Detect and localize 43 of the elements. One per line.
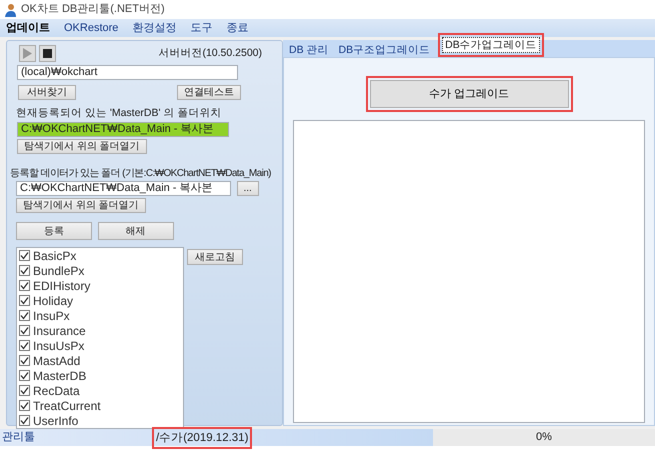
path-field: C:₩OKChartNET₩Data_Main - 복사본 <box>17 122 229 136</box>
browse-button[interactable]: ... <box>236 181 259 196</box>
server-field[interactable]: (local)₩okchart <box>17 64 238 80</box>
checkbox-item[interactable]: MastAdd <box>19 353 183 368</box>
tab[interactable]: DB수가업그레이드 <box>442 37 540 53</box>
checkbox-item[interactable]: Insurance <box>19 323 183 338</box>
open-folder-button[interactable]: 탐색기에서 위의 폴더열기 <box>16 198 146 214</box>
status-label: 관리툴 <box>2 430 36 446</box>
tab[interactable]: DB 관리 <box>287 43 331 57</box>
checkbox-item[interactable]: InsuPx <box>19 308 183 324</box>
checkbox-item[interactable]: BundlePx <box>19 263 183 278</box>
app-icon <box>4 2 17 16</box>
play-icon <box>22 48 32 59</box>
checkbox-item[interactable]: RecData <box>19 383 183 398</box>
progress-reading: 0% <box>536 430 552 446</box>
checkbox-item[interactable]: EDIHistory <box>19 278 183 294</box>
stop-button[interactable] <box>38 45 56 62</box>
menu-item[interactable]: 업데이트 <box>2 20 60 36</box>
checkbox-item[interactable]: BasicPx <box>19 248 183 264</box>
tab[interactable]: DB구조업그레이드 <box>336 43 432 57</box>
connection-test-button[interactable]: 연결테스트 <box>177 85 241 100</box>
unregister-button[interactable]: 해제 <box>98 222 174 240</box>
path-field[interactable]: C:₩OKChartNET₩Data_Main - 복사본 <box>16 181 231 196</box>
checkbox-item[interactable]: UserInfo <box>19 413 183 428</box>
menu-item[interactable]: OKRestore <box>60 20 128 36</box>
stop-icon <box>42 49 52 58</box>
register-button[interactable]: 등록 <box>16 222 92 240</box>
checkbox-item[interactable]: Holiday <box>19 293 183 308</box>
find-server-button[interactable]: 서버찾기 <box>18 85 76 100</box>
status-message: /수가(2019.12.31) <box>156 430 248 444</box>
folder-label: 등록할 데이터가 있는 폴더 (기본:C:₩OKChartNET₩Data_Main) <box>10 167 272 182</box>
open-folder-button[interactable]: 탐색기에서 위의 폴더열기 <box>17 139 147 154</box>
checkbox-item[interactable]: MasterDB <box>19 368 183 384</box>
upgrade-button[interactable]: 수가 업그레이드 <box>370 80 568 108</box>
menu-item[interactable]: 종료 <box>222 20 258 36</box>
checkbox-item[interactable]: TreatCurrent <box>19 398 183 414</box>
checkbox-item[interactable]: InsuUsPx <box>19 338 183 354</box>
folder-label: 현재등록되어 있는 'MasterDB' 의 폴더위치 <box>16 106 222 121</box>
server-version: 서버버전(10.50.2500) <box>158 46 262 62</box>
menu-item[interactable]: 환경설정 <box>128 20 186 36</box>
refresh-button[interactable]: 새로고침 <box>186 249 243 266</box>
window-title: OK차트 DB관리툴(.NET버전) <box>21 2 165 18</box>
menu-item[interactable]: 도구 <box>186 20 222 36</box>
